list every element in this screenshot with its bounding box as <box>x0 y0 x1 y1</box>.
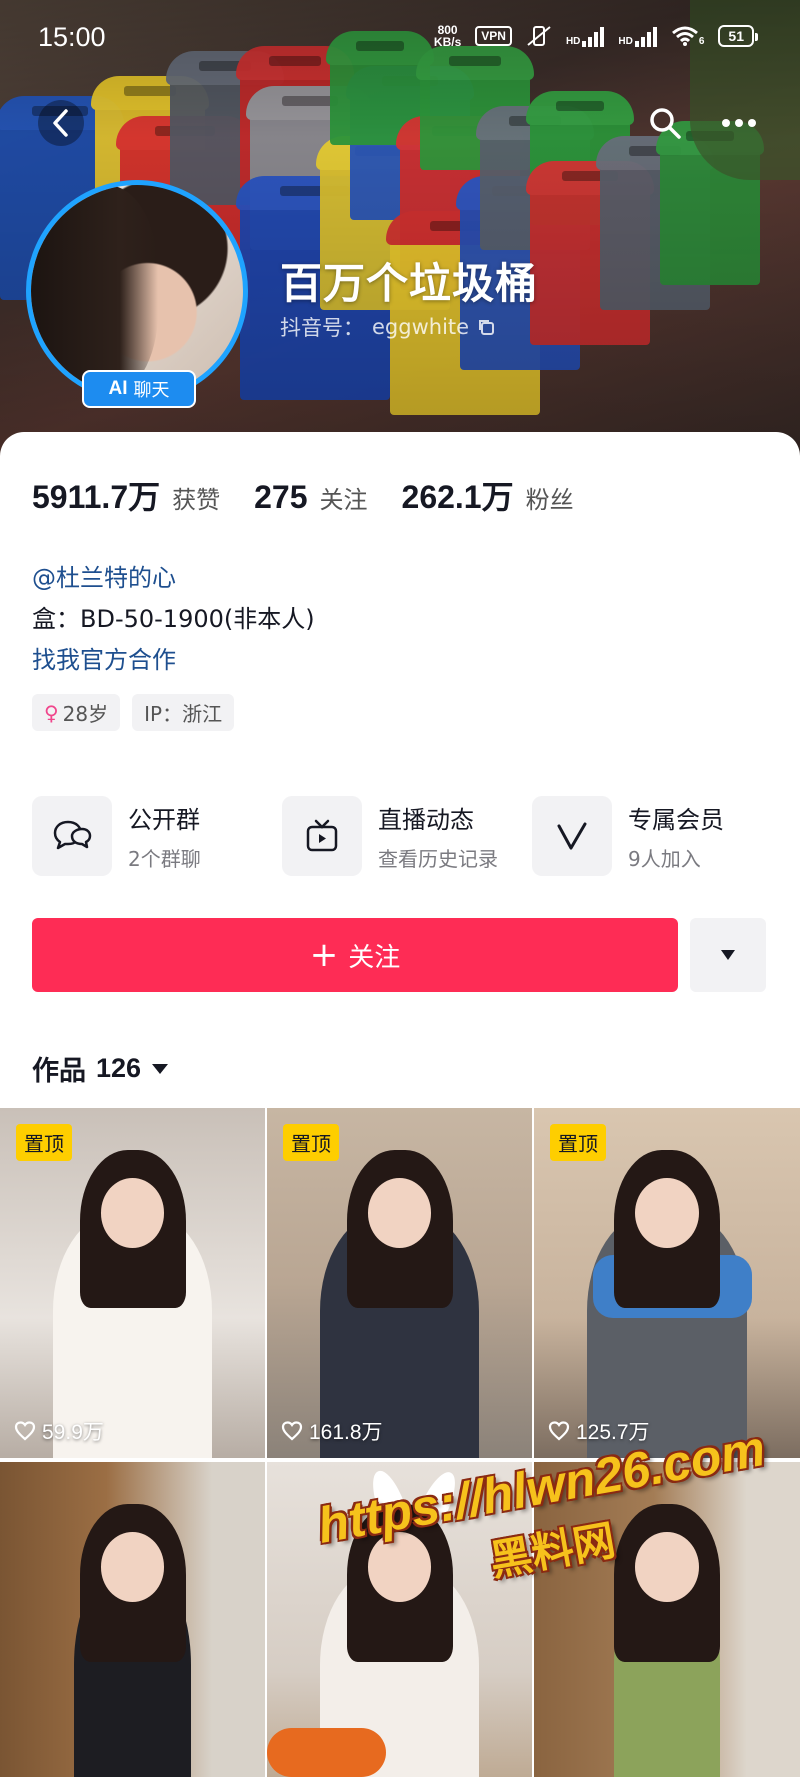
stat-followers-label: 粉丝 <box>525 486 574 514</box>
stat-likes[interactable]: 5911.7万 获赞 <box>32 472 220 518</box>
chevron-left-icon <box>53 109 68 137</box>
signal-1-label: HD <box>565 36 581 47</box>
battery-icon: 51 <box>718 25 758 47</box>
profile-nickname: 百万个垃圾桶 <box>280 259 539 308</box>
feature-membership-sub: 9人加入 <box>628 847 701 871</box>
follow-button[interactable]: + 关注 <box>32 918 678 992</box>
female-icon: ♀ <box>44 700 59 725</box>
feature-public-group-title: 公开群 <box>128 806 200 834</box>
video-likes: 59.9万 <box>14 1416 104 1446</box>
network-speed-unit: KB/s <box>433 35 462 49</box>
caret-down-icon <box>152 1063 169 1074</box>
feature-public-group-sub: 2个群聊 <box>128 847 201 871</box>
stat-following-label: 关注 <box>319 486 368 514</box>
more-options-button[interactable] <box>716 100 762 146</box>
heart-icon <box>548 1421 570 1441</box>
network-speed: 800 KB/s <box>434 24 461 48</box>
profile-page: 15:00 800 KB/s VPN HD HD 6 51 AI 聊天 百万个垃… <box>0 0 800 1777</box>
ai-badge-text: 聊天 <box>133 380 170 401</box>
wifi-label: 6 <box>698 36 705 47</box>
follow-row: + 关注 <box>32 918 768 992</box>
follow-more-button[interactable] <box>690 918 766 992</box>
profile-tags: ♀ 28岁 IP：浙江 <box>32 694 235 731</box>
status-bar: 15:00 800 KB/s VPN HD HD 6 51 <box>0 0 800 80</box>
stat-followers[interactable]: 262.1万 粉丝 <box>402 472 574 518</box>
feature-live-history-sub: 查看历史记录 <box>378 847 498 871</box>
douyin-id-value: eggwhite <box>372 315 470 339</box>
bio-mention-link[interactable]: @杜兰特的心 <box>32 558 315 599</box>
age-tag-label: 28岁 <box>62 702 109 726</box>
feature-live-history[interactable]: 直播动态 查看历史记录 <box>282 796 532 876</box>
caret-down-icon <box>721 950 735 960</box>
ai-badge-bold: AI <box>108 378 128 399</box>
works-tab[interactable]: 作品 126 <box>32 1049 169 1088</box>
video-likes-count: 59.9万 <box>42 1421 104 1444</box>
stat-likes-value: 5911.7万 <box>32 479 161 515</box>
stat-followers-value: 262.1万 <box>401 479 514 515</box>
video-likes-count: 161.8万 <box>309 1421 383 1444</box>
v-membership-icon <box>532 796 612 876</box>
wifi-status: 6 <box>671 25 705 47</box>
pinned-badge: 置顶 <box>550 1124 606 1161</box>
signal-strength-1: HD <box>565 25 605 47</box>
thumbnail-face <box>100 1178 165 1248</box>
douyin-id-label: 抖音号： <box>280 316 364 340</box>
avatar[interactable] <box>26 180 248 402</box>
feature-membership-title: 专属会员 <box>628 806 724 834</box>
back-button[interactable] <box>38 100 84 146</box>
thumbnail-face <box>367 1178 432 1248</box>
pinned-badge: 置顶 <box>16 1124 72 1161</box>
plus-icon: + <box>309 935 339 975</box>
ip-tag: IP：浙江 <box>132 694 235 731</box>
works-count: 126 <box>96 1053 142 1083</box>
profile-stats: 5911.7万 获赞 275 关注 262.1万 粉丝 <box>32 472 574 518</box>
wifi-icon <box>671 26 698 46</box>
search-icon <box>650 108 681 139</box>
signal-2-icon <box>634 25 657 47</box>
video-thumbnail[interactable]: 置顶 161.8万 <box>267 1108 532 1458</box>
follow-button-label: 关注 <box>348 942 401 973</box>
signal-1-icon <box>582 25 605 47</box>
thumbnail-face <box>635 1178 699 1248</box>
ip-tag-label: IP：浙江 <box>144 702 223 726</box>
profile-bio: @杜兰特的心 盒：BD-50-1900(非本人) 找我官方合作 <box>32 558 315 681</box>
pinned-badge: 置顶 <box>283 1124 339 1161</box>
search-button[interactable] <box>642 100 688 146</box>
stat-following-value: 275 <box>254 479 308 515</box>
feature-membership[interactable]: 专属会员 9人加入 <box>532 796 782 876</box>
signal-2-label: HD <box>618 36 633 47</box>
thumbnail-face <box>100 1532 165 1602</box>
stat-likes-label: 获赞 <box>172 486 221 514</box>
stat-following[interactable]: 275 关注 <box>254 479 367 516</box>
feature-live-history-title: 直播动态 <box>378 806 474 834</box>
tv-icon <box>282 796 362 876</box>
avatar-image <box>31 185 159 397</box>
vpn-icon: VPN <box>475 26 512 46</box>
video-likes: 161.8万 <box>281 1416 383 1446</box>
age-tag: ♀ 28岁 <box>32 694 121 731</box>
douyin-id[interactable]: 抖音号： eggwhite <box>280 312 495 342</box>
clock: 15:00 <box>38 22 106 52</box>
video-thumbnail[interactable]: 置顶 125.7万 <box>534 1108 800 1458</box>
bio-text: 盒：BD-50-1900(非本人) <box>32 605 315 633</box>
chat-bubbles-icon <box>32 796 112 876</box>
profile-header-cover: 15:00 800 KB/s VPN HD HD 6 51 AI 聊天 百万个垃… <box>0 0 800 460</box>
copy-icon[interactable] <box>477 318 495 336</box>
ai-chat-badge[interactable]: AI 聊天 <box>82 370 196 408</box>
heart-icon <box>14 1421 36 1441</box>
heart-icon <box>281 1421 303 1441</box>
feature-entries: 公开群 2个群聊 直播动态 查看历史记录 专属会员 9人加入 <box>32 796 800 876</box>
bio-cooperation-link[interactable]: 找我官方合作 <box>32 640 315 681</box>
video-thumbnail[interactable]: 置顶 59.9万 <box>0 1108 265 1458</box>
feature-public-group[interactable]: 公开群 2个群聊 <box>32 796 282 876</box>
status-icons: 800 KB/s VPN HD HD 6 51 <box>434 24 758 48</box>
video-thumbnail[interactable] <box>0 1462 265 1777</box>
works-label: 作品 <box>32 1056 86 1087</box>
signal-strength-2: HD <box>618 25 657 47</box>
vibrate-off-icon <box>527 26 551 46</box>
thumbnail-carrot <box>267 1728 387 1777</box>
more-dots-icon <box>722 119 756 127</box>
